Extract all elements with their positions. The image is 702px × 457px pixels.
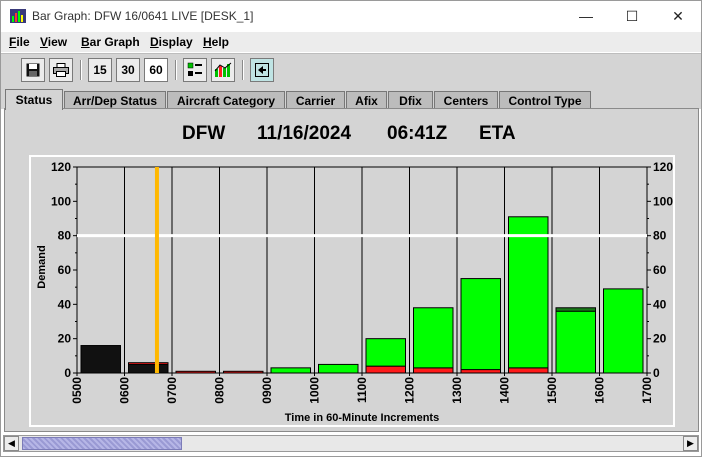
header-mode: ETA (479, 123, 516, 144)
legend-icon (187, 62, 202, 76)
scroll-right-icon[interactable]: ▶ (683, 436, 698, 451)
tab-status[interactable]: Status (5, 89, 63, 110)
x-tick-label: 1500 (545, 377, 559, 404)
scrollbar-thumb[interactable] (22, 437, 182, 450)
arrow-left-icon (255, 63, 269, 77)
bar-segment-green (603, 288, 644, 374)
y-tick-label-right: 0 (653, 366, 660, 380)
y-tick-label-right: 20 (653, 332, 667, 346)
x-tick-label: 1700 (640, 377, 654, 404)
bar-segment-green (365, 338, 406, 367)
menu-bar: File View Bar Graph Display Help (1, 32, 701, 52)
x-tick-label: 1100 (355, 377, 369, 403)
bar-segment-green (555, 310, 596, 374)
x-tick-label: 0900 (260, 377, 274, 404)
menu-help[interactable]: Help (203, 35, 229, 49)
printer-icon (53, 63, 69, 77)
y-tick-label-left: 120 (51, 160, 71, 174)
x-tick-label: 0600 (118, 377, 132, 404)
bar-segment-green (508, 216, 549, 369)
menu-bar-graph[interactable]: Bar Graph (81, 35, 140, 49)
toolbar-separator (175, 60, 177, 80)
app-bar-chart-icon (10, 9, 26, 23)
bar-segment-darkgreen (555, 307, 596, 312)
scroll-left-icon[interactable]: ◀ (4, 436, 19, 451)
tab-bar: Status Arr/Dep Status Aircraft Category … (1, 87, 701, 110)
menu-display[interactable]: Display (150, 35, 193, 49)
x-tick-label: 0700 (165, 377, 179, 404)
graph-button[interactable] (211, 58, 235, 82)
tab-aircraft-category[interactable]: Aircraft Category (167, 91, 285, 109)
status-panel: DFW 11/16/2024 06:41Z ETA 0 0 20 20 40 40 60 60… (4, 108, 699, 432)
close-button[interactable]: ✕ (655, 1, 701, 31)
interval-30-button[interactable]: 30 (116, 58, 140, 82)
bar-segment-red (413, 367, 454, 374)
tab-control-type[interactable]: Control Type (499, 91, 591, 109)
x-tick-label: 1300 (450, 377, 464, 404)
interval-15-button[interactable]: 15 (88, 58, 112, 82)
chart-header: DFW 11/16/2024 06:41Z ETA (5, 123, 700, 147)
legend-button[interactable] (183, 58, 207, 82)
demand-bar-chart[interactable]: 0 020 2040 4060 6080 80100 100120 1200500 0600 07… (31, 157, 673, 425)
bar-segment-black (128, 363, 169, 374)
header-airport: DFW (182, 123, 226, 144)
bar-graph-icon (214, 62, 232, 77)
bar-segment-red (175, 370, 216, 374)
y-tick-label-left: 40 (58, 297, 72, 311)
toolbar: 15 30 60 (1, 53, 701, 87)
y-tick-label-left: 60 (58, 263, 72, 277)
tab-carrier[interactable]: Carrier (286, 91, 345, 109)
menu-view[interactable]: View (40, 35, 67, 49)
y-tick-label-right: 120 (653, 160, 673, 174)
print-button[interactable] (49, 58, 73, 82)
bar-segment-red (223, 370, 264, 374)
bar-segment-red (128, 362, 169, 365)
horizontal-scrollbar[interactable]: ◀ ▶ (3, 435, 699, 452)
toolbar-separator (242, 60, 244, 80)
bar-segment-red (365, 365, 406, 374)
bar-segment-green (460, 278, 501, 371)
chart-frame: 0 0 20 20 40 40 60 60 80 80 100 100 120 120 0500 0600 07… (29, 155, 675, 427)
y-axis-label: Demand (36, 245, 48, 288)
y-tick-label-right: 80 (653, 229, 667, 243)
title-bar[interactable]: Bar Graph: DFW 16/0641 LIVE [DESK_1] — ☐… (1, 1, 701, 31)
header-time: 06:41Z (387, 123, 448, 144)
navigate-button[interactable] (250, 58, 274, 82)
y-tick-label-left: 20 (58, 332, 72, 346)
bar-segment-green (270, 367, 311, 374)
x-tick-label: 1400 (498, 377, 512, 404)
y-tick-label-right: 100 (653, 194, 673, 208)
bar-graph-window: Bar Graph: DFW 16/0641 LIVE [DESK_1] — ☐… (0, 0, 702, 457)
bar-segment-red (508, 367, 549, 374)
x-tick-label: 0800 (213, 377, 227, 404)
bar-segment-green (318, 363, 359, 374)
bar-segment-black (80, 345, 121, 374)
x-axis-label: Time in 60-Minute Increments (285, 412, 439, 424)
tab-dfix[interactable]: Dfix (388, 91, 433, 109)
interval-60-button[interactable]: 60 (144, 58, 168, 82)
window-title: Bar Graph: DFW 16/0641 LIVE [DESK_1] (32, 9, 254, 23)
y-tick-label-left: 80 (58, 229, 72, 243)
y-tick-label-left: 100 (51, 194, 71, 208)
x-tick-label: 1200 (403, 377, 417, 404)
tab-afix[interactable]: Afix (346, 91, 387, 109)
bar-segment-red (460, 369, 501, 374)
y-tick-label-right: 40 (653, 297, 667, 311)
x-tick-label: 1600 (593, 377, 607, 404)
header-date: 11/16/2024 (257, 123, 352, 144)
x-tick-label: 1000 (308, 377, 322, 404)
floppy-disk-icon (26, 63, 40, 77)
bar-segment-green (413, 307, 454, 369)
toolbar-separator (80, 60, 82, 80)
x-tick-label: 0500 (70, 377, 84, 404)
tab-centers[interactable]: Centers (434, 91, 498, 109)
save-button[interactable] (21, 58, 45, 82)
tab-arr-dep-status[interactable]: Arr/Dep Status (64, 91, 166, 109)
menu-file[interactable]: File (9, 35, 30, 49)
y-tick-label-right: 60 (653, 263, 667, 277)
maximize-button[interactable]: ☐ (609, 1, 655, 31)
minimize-button[interactable]: — (563, 1, 609, 31)
